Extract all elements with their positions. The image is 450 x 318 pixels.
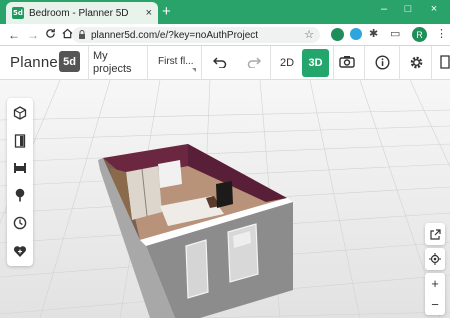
sidebar-item-build[interactable] [7, 100, 33, 126]
reload-button[interactable] [45, 28, 56, 42]
app-window: 5d Bedroom - Planner 5D × + – □ × ← → pl… [0, 0, 450, 318]
planner5d-favicon-icon: 5d [12, 7, 24, 19]
url-text: planner5d.com/e/?key=noAuthProject [91, 29, 259, 41]
tv-unit [216, 181, 233, 208]
settings-button[interactable] [407, 55, 425, 73]
redo-icon [247, 57, 262, 69]
front-window-left [185, 239, 209, 299]
browser-address-bar: ← → planner5d.com/e/?key=noAuthProject ☆… [0, 24, 450, 46]
tree-icon [15, 188, 25, 202]
minimize-button[interactable]: – [377, 3, 391, 15]
snapshot-button[interactable] [338, 55, 356, 71]
view-2d-button[interactable]: 2D [274, 50, 300, 76]
divider [333, 46, 334, 80]
sidebar-item-furniture[interactable] [7, 155, 33, 181]
expand-view-control [425, 223, 445, 245]
furniture-icon [14, 163, 26, 173]
maximize-button[interactable]: □ [401, 3, 415, 15]
divider [147, 46, 148, 80]
forward-button[interactable]: → [27, 28, 39, 42]
front-window-right [227, 223, 259, 283]
extension-sync-icon[interactable] [350, 28, 362, 40]
floor-dropdown-caret-icon [192, 68, 196, 72]
back-window [158, 160, 182, 188]
extensions-puzzle-icon[interactable]: ✱ [369, 27, 378, 40]
redo-button[interactable] [245, 55, 263, 71]
heart-icon [13, 245, 27, 257]
exit-icon [440, 55, 450, 69]
zoom-in-button[interactable]: + [425, 273, 445, 294]
fullscreen-button[interactable] [425, 223, 445, 245]
zoom-out-button[interactable]: − [425, 294, 445, 315]
lock-icon [78, 29, 86, 41]
3d-viewport[interactable] [0, 80, 450, 318]
extension-shield-icon[interactable] [331, 28, 344, 41]
zoom-control: + − [425, 273, 445, 315]
browser-tab-bar: 5d Bedroom - Planner 5D × + – □ × [0, 0, 450, 24]
divider [270, 46, 271, 80]
camera-icon [339, 56, 355, 68]
new-tab-button[interactable]: + [162, 4, 171, 20]
info-button[interactable] [373, 55, 391, 73]
left-tool-sidebar [7, 98, 33, 266]
tab-close-icon[interactable]: × [146, 7, 152, 19]
divider [431, 46, 432, 80]
sidebar-item-history[interactable] [7, 210, 33, 236]
divider [201, 46, 202, 80]
bookmark-star-icon[interactable]: ☆ [304, 28, 314, 41]
close-window-button[interactable]: × [427, 3, 441, 15]
logo-text: Planner [10, 54, 64, 71]
cast-icon[interactable]: ▭ [390, 27, 400, 40]
divider [364, 46, 365, 80]
door-icon [14, 134, 26, 148]
view-3d-button[interactable]: 3D [302, 49, 329, 77]
tab-title: Bedroom - Planner 5D [29, 7, 129, 19]
divider [88, 46, 89, 80]
reload-icon [46, 28, 55, 38]
recenter-control [425, 248, 445, 270]
sidebar-item-exterior[interactable] [7, 182, 33, 208]
undo-icon [212, 57, 227, 69]
clock-icon [13, 216, 27, 230]
expand-icon [429, 228, 441, 240]
my-projects-button[interactable]: My projects [93, 50, 139, 76]
exit-button[interactable] [437, 55, 450, 72]
recenter-button[interactable] [425, 248, 445, 270]
divider [399, 46, 400, 80]
sidebar-item-doors[interactable] [7, 128, 33, 154]
browser-menu-icon[interactable]: ⋮ [436, 27, 447, 40]
back-button[interactable]: ← [8, 28, 20, 42]
room-3d-model[interactable] [0, 80, 450, 318]
wardrobe [126, 166, 162, 220]
profile-avatar[interactable]: R [412, 27, 427, 42]
build-icon [13, 106, 27, 120]
gear-icon [410, 56, 422, 69]
target-icon [429, 253, 441, 265]
undo-button[interactable] [211, 55, 229, 71]
floor-selector[interactable]: First fl... [158, 56, 194, 67]
url-bar[interactable]: planner5d.com/e/?key=noAuthProject ☆ [72, 27, 320, 43]
info-icon [374, 55, 390, 70]
sidebar-item-favorites[interactable] [7, 238, 33, 264]
logo-badge: 5d [59, 51, 80, 72]
app-toolbar: Planner 5d My projects First fl... 2D 3D [0, 46, 450, 80]
browser-tab[interactable]: 5d Bedroom - Planner 5D × [6, 2, 158, 24]
